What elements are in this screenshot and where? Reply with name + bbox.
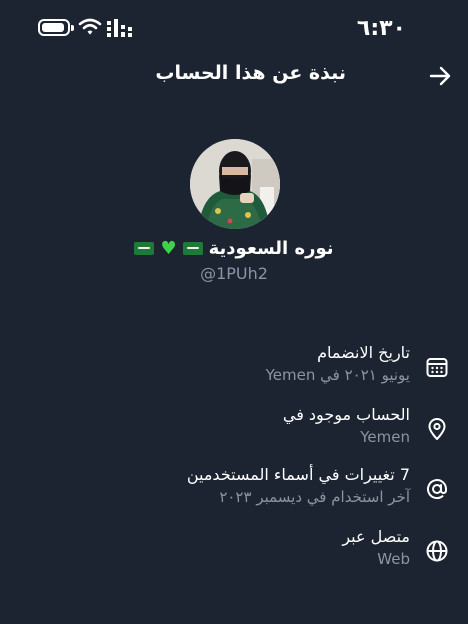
at-sign-icon: [424, 476, 450, 502]
info-row-joined: تاريخ الانضمام يونيو ٢٠٢١ في Yemen: [0, 342, 468, 398]
info-subtitle: Web: [377, 550, 410, 568]
saudi-flag-icon: [134, 242, 155, 255]
info-title: الحساب موجود في: [282, 405, 410, 424]
saudi-flag-icon: [182, 242, 203, 255]
wifi-icon: [78, 18, 102, 35]
status-time: ٦:٣٠: [356, 16, 406, 41]
info-title: تاريخ الانضمام: [317, 343, 410, 362]
back-button[interactable]: [426, 62, 454, 90]
info-subtitle: يونيو ٢٠٢١ في Yemen: [265, 366, 410, 384]
display-name: نوره السعودية: [208, 238, 334, 259]
info-title: متصل عبر: [342, 527, 410, 546]
calendar-icon: [424, 354, 450, 380]
cellular-signal-icon: [107, 19, 132, 37]
green-heart-icon: ♥: [160, 237, 177, 259]
info-subtitle: Yemen: [360, 428, 410, 446]
username: @1PUh2: [200, 264, 268, 283]
battery-tip: [71, 25, 74, 31]
info-row-location: الحساب موجود في Yemen: [0, 404, 468, 460]
location-pin-icon: [424, 416, 450, 442]
avatar-image: [190, 139, 280, 229]
info-row-username-changes: 7 تغييرات في أسماء المستخدمين آخر استخدا…: [0, 464, 468, 520]
display-name-row: نوره السعودية ♥: [0, 238, 468, 259]
header: نبذة عن هذا الحساب: [0, 58, 468, 94]
info-subtitle: آخر استخدام في ديسمبر ٢٠٢٣: [219, 488, 410, 506]
avatar[interactable]: [190, 139, 280, 229]
info-row-connected-via: متصل عبر Web: [0, 526, 468, 582]
status-bar: ٦:٣٠: [0, 14, 468, 42]
battery-icon: [38, 19, 70, 36]
globe-icon: [424, 538, 450, 564]
page-title: نبذة عن هذا الحساب: [155, 62, 346, 84]
arrow-icon: [429, 66, 451, 86]
info-title: 7 تغييرات في أسماء المستخدمين: [186, 465, 410, 484]
